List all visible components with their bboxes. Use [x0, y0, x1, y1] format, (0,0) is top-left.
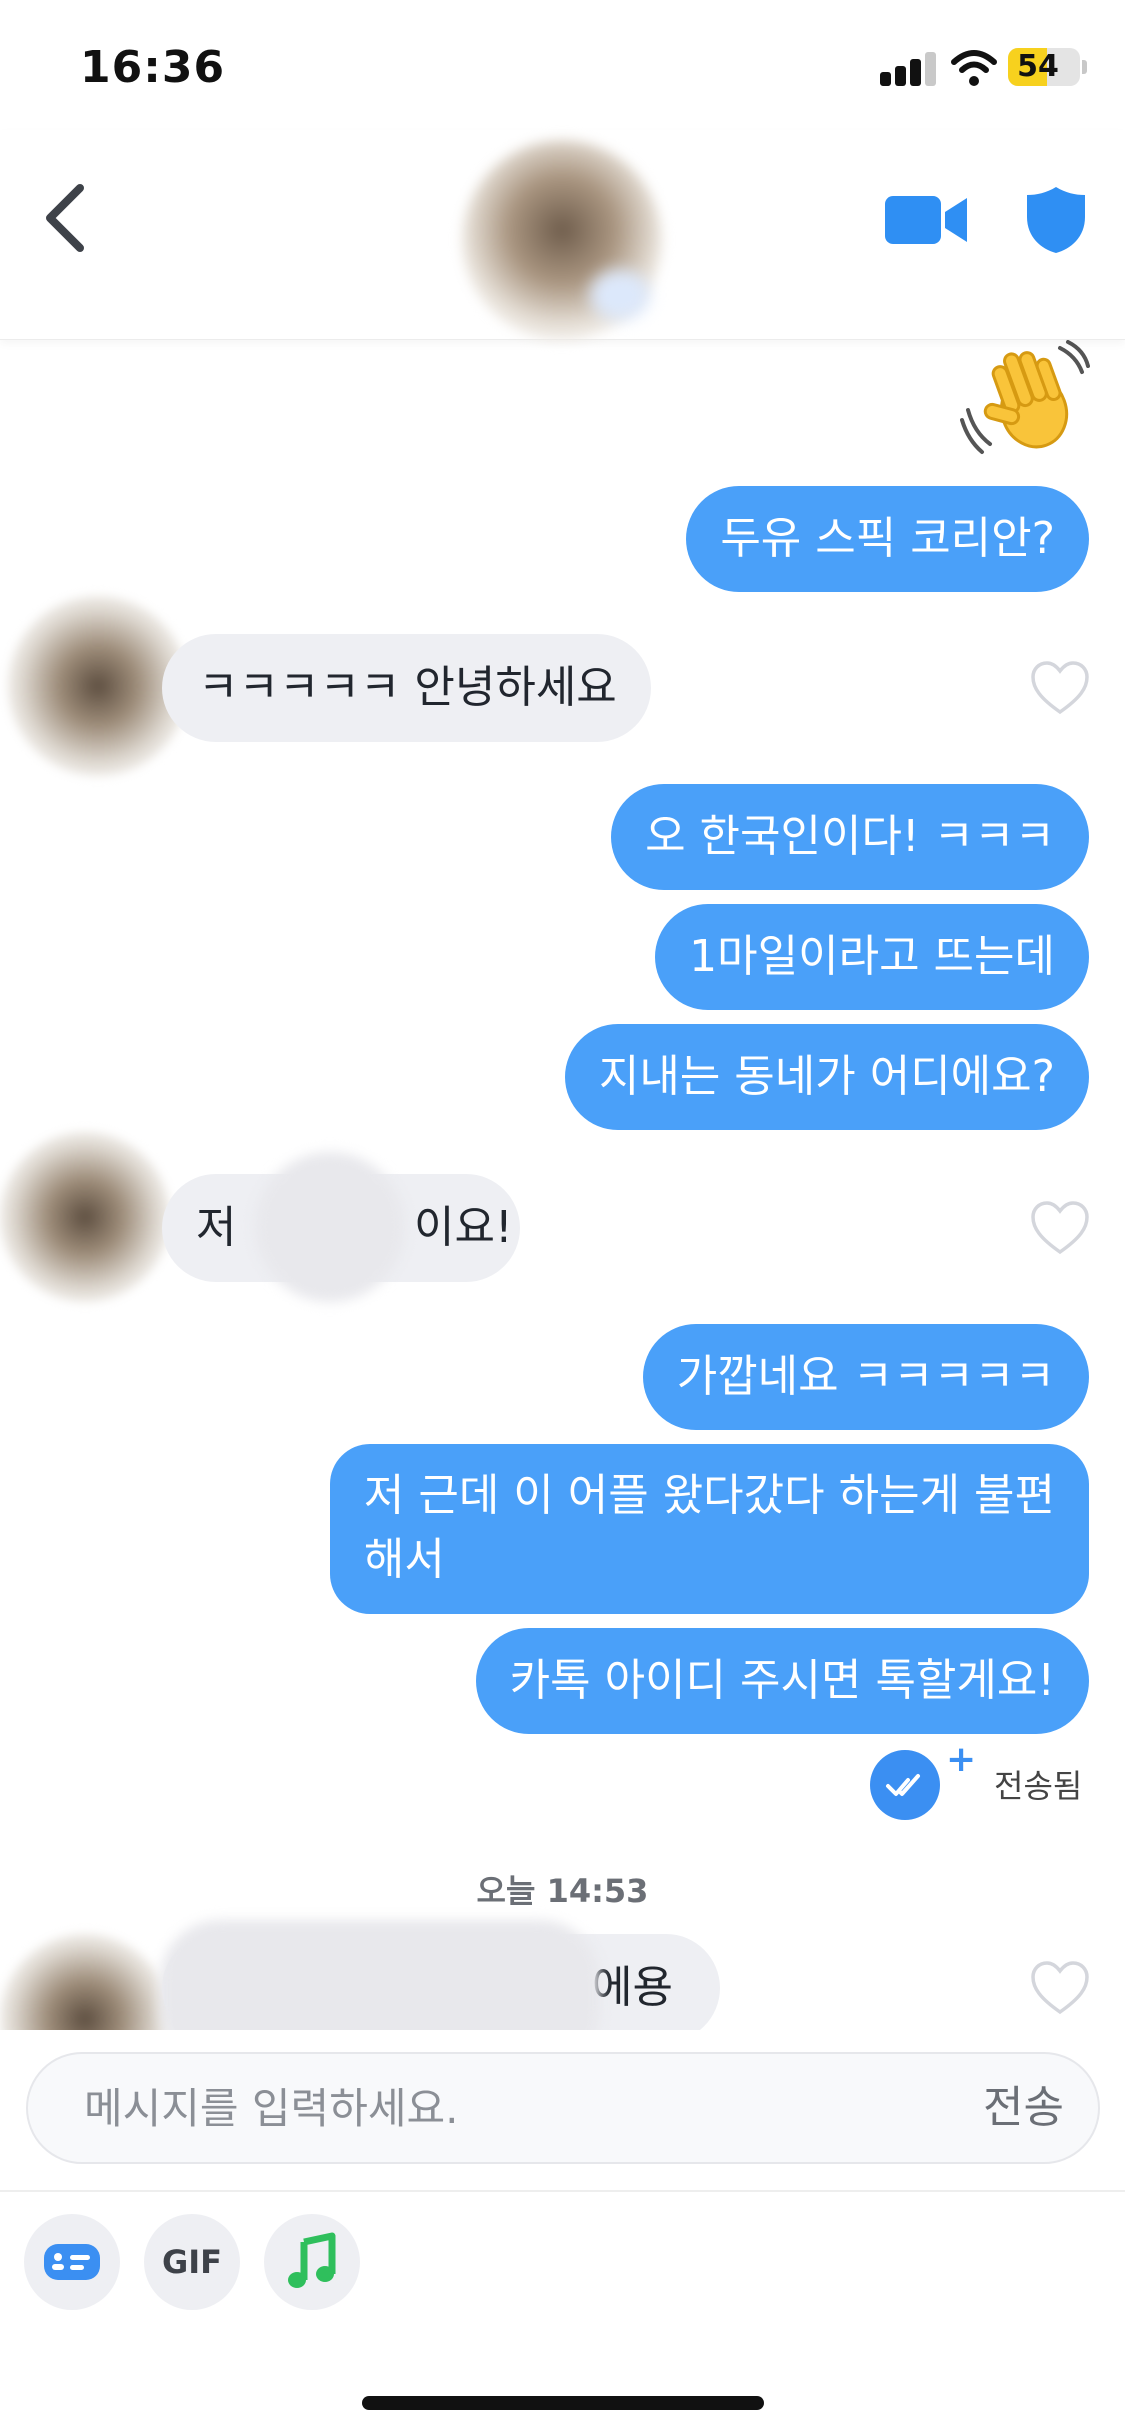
- message-text-end: 이요!: [414, 1202, 513, 1253]
- music-note-icon: [288, 2232, 336, 2288]
- message-bubble-outgoing[interactable]: 1마일이라고 뜨는데: [655, 904, 1089, 1010]
- heart-icon[interactable]: [1030, 1200, 1090, 1256]
- redacted-text: [160, 1920, 600, 2030]
- message-timestamp: 오늘 14:53: [476, 1872, 649, 1910]
- home-indicator[interactable]: [362, 2396, 764, 2410]
- message-bubble-outgoing[interactable]: 두유 스픽 코리안?: [686, 486, 1089, 592]
- send-button[interactable]: 전송: [983, 2082, 1064, 2134]
- message-card-button[interactable]: [24, 2214, 120, 2310]
- message-text-line: 해서: [363, 1534, 445, 1585]
- gif-icon: GIF: [161, 2243, 223, 2281]
- waving-hand-emoji: [960, 340, 1090, 454]
- message-input[interactable]: [84, 2054, 944, 2162]
- shield-icon[interactable]: [1025, 185, 1087, 255]
- message-text-start: 저: [196, 1202, 237, 1253]
- message-bubble-outgoing[interactable]: 저 근데 이 어플 왔다갔다 하는게 불편 해서: [329, 1444, 1089, 1614]
- message-bubble-outgoing[interactable]: 가깝네요 ㅋㅋㅋㅋㅋ: [642, 1324, 1089, 1430]
- status-time: 16:36: [80, 42, 226, 93]
- message-list[interactable]: 두유 스픽 코리안? ㅋㅋㅋㅋㅋ 안녕하세요 오 한국인이다! ㅋㅋㅋ 1마일이…: [0, 340, 1125, 2030]
- music-button[interactable]: [264, 2214, 360, 2310]
- battery-tip: [1082, 60, 1087, 74]
- verified-badge: [590, 270, 650, 320]
- message-text-line: 저 근데 이 어플 왔다갔다 하는게 불편: [363, 1470, 1055, 1521]
- message-bubble-incoming[interactable]: ㅋㅋㅋㅋㅋ 안녕하세요: [162, 634, 651, 742]
- wifi-icon: [951, 50, 997, 86]
- video-camera-icon[interactable]: [885, 190, 967, 250]
- message-bubble-outgoing[interactable]: 카톡 아이디 주시면 톡할게요!: [475, 1628, 1089, 1734]
- delivery-status: 전송됨: [994, 1767, 1083, 1805]
- message-bubble-outgoing[interactable]: 오 한국인이다! ㅋㅋㅋ: [611, 784, 1089, 890]
- plus-icon: +: [946, 1739, 977, 1780]
- sender-avatar[interactable]: [8, 596, 188, 776]
- chat-header: [0, 130, 1125, 340]
- redacted-text: [255, 1152, 405, 1302]
- chevron-left-icon[interactable]: [36, 178, 96, 258]
- battery-level: 54: [1017, 49, 1059, 84]
- message-bubble-outgoing[interactable]: 지내는 동네가 어디에요?: [564, 1024, 1089, 1130]
- message-composer: 전송: [26, 2052, 1100, 2164]
- heart-icon[interactable]: [1030, 1960, 1090, 2016]
- toolbar-divider: [0, 2190, 1125, 2192]
- message-card-icon: [44, 2244, 100, 2280]
- status-bar: 16:36 54: [0, 0, 1125, 130]
- signal-icon: [880, 50, 938, 86]
- battery-icon: 54: [1008, 48, 1080, 86]
- heart-icon[interactable]: [1030, 660, 1090, 716]
- message-text-end: 에용: [592, 1962, 673, 2013]
- read-receipt-icon: [870, 1750, 940, 1820]
- sender-avatar[interactable]: [0, 1934, 170, 2030]
- gif-button[interactable]: GIF: [144, 2214, 240, 2310]
- sender-avatar[interactable]: [0, 1132, 170, 1302]
